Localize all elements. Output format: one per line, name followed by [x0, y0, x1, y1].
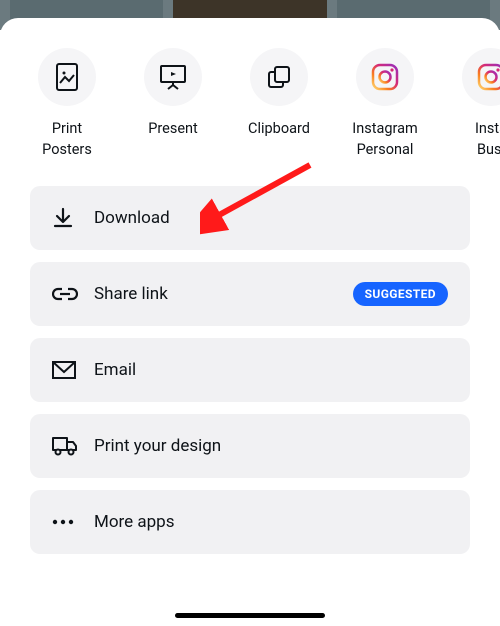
- more-apps-label: More apps: [94, 512, 174, 532]
- share-sheet: Print Posters Present Clipboard: [0, 18, 500, 626]
- destination-label: Print Posters: [42, 118, 92, 160]
- destination-label: Insta Busi: [475, 118, 500, 160]
- destination-print-posters[interactable]: Print Posters: [14, 48, 120, 160]
- destination-label: Present: [148, 118, 198, 139]
- instagram-icon: [462, 48, 500, 106]
- suggested-badge: SUGGESTED: [353, 282, 448, 306]
- clipboard-icon: [250, 48, 308, 106]
- share-actions-list: Download Share link SUGGESTED Email: [0, 176, 500, 554]
- destination-clipboard[interactable]: Clipboard: [226, 48, 332, 160]
- home-indicator[interactable]: [175, 613, 325, 618]
- present-icon: [144, 48, 202, 106]
- destination-label: Instagram Personal: [352, 118, 417, 160]
- destination-instagram-business[interactable]: Insta Busi: [438, 48, 500, 160]
- destination-instagram-personal[interactable]: Instagram Personal: [332, 48, 438, 160]
- destination-label: Clipboard: [248, 118, 310, 139]
- more-apps-button[interactable]: More apps: [30, 490, 470, 554]
- print-label: Print your design: [94, 436, 221, 456]
- instagram-icon: [356, 48, 414, 106]
- email-label: Email: [94, 360, 136, 380]
- email-button[interactable]: Email: [30, 338, 470, 402]
- destination-present[interactable]: Present: [120, 48, 226, 160]
- download-label: Download: [94, 208, 170, 228]
- share-link-label: Share link: [94, 284, 168, 304]
- link-icon: [52, 285, 78, 303]
- share-destinations-row: Print Posters Present Clipboard: [0, 48, 500, 160]
- download-button[interactable]: Download: [30, 186, 470, 250]
- email-icon: [52, 361, 78, 379]
- download-icon: [52, 207, 78, 229]
- more-icon: [52, 519, 78, 525]
- print-your-design-button[interactable]: Print your design: [30, 414, 470, 478]
- poster-icon: [38, 48, 96, 106]
- truck-icon: [52, 436, 78, 456]
- share-link-button[interactable]: Share link SUGGESTED: [30, 262, 470, 326]
